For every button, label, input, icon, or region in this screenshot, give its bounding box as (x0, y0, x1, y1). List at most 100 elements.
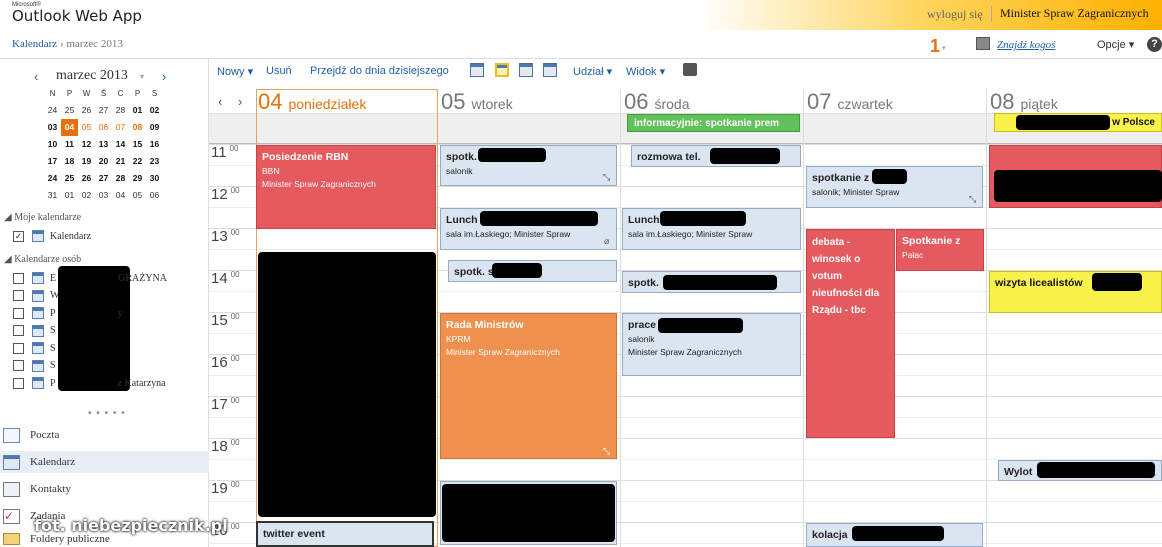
minical-day[interactable]: 30 (146, 170, 163, 187)
minical-day[interactable]: 09 (146, 119, 163, 136)
minical-day[interactable]: 25 (61, 102, 78, 119)
nav-mail[interactable]: Poczta (0, 424, 209, 446)
options-menu[interactable]: Opcje ▾ (1097, 38, 1134, 51)
minical-day[interactable]: 08 (129, 119, 146, 136)
minical-day[interactable]: 02 (146, 102, 163, 119)
next-month-icon[interactable]: › (162, 69, 166, 84)
minical-day[interactable]: 12 (78, 136, 95, 153)
minical-day[interactable]: 04 (112, 187, 129, 204)
week-view-icon[interactable] (519, 63, 533, 77)
minical-day[interactable]: 07 (112, 119, 129, 136)
minical-day[interactable]: 10 (44, 136, 61, 153)
nav-calendar[interactable]: Kalendarz (0, 451, 209, 473)
minical-day[interactable]: 05 (78, 119, 95, 136)
find-someone-link[interactable]: Znajdź kogoś (997, 39, 1055, 51)
minical-day[interactable]: 18 (61, 153, 78, 170)
chevron-down-icon[interactable]: ▾ (942, 44, 946, 52)
minical-day[interactable]: 02 (78, 187, 95, 204)
prev-month-icon[interactable]: ‹ (34, 69, 38, 84)
minical-day[interactable]: 01 (129, 102, 146, 119)
day-header-monday[interactable]: 04 poniedziałek (258, 89, 366, 114)
shared-calendar-item[interactable]: Py (13, 305, 123, 321)
help-icon[interactable]: ? (1147, 37, 1162, 52)
event[interactable]: debata - winosek o votum nieufności dla … (806, 229, 895, 438)
work-week-view-icon[interactable] (495, 63, 509, 77)
checkbox[interactable] (13, 272, 24, 284)
minical-day[interactable]: 22 (129, 153, 146, 170)
print-icon[interactable] (683, 63, 697, 76)
reminder-count[interactable]: 1 (930, 36, 940, 57)
minical-title[interactable]: marzec 2013 (56, 68, 128, 84)
minical-day[interactable]: 24 (44, 170, 61, 187)
logout-link[interactable]: wyloguj się (927, 7, 983, 22)
checkbox[interactable] (13, 307, 24, 319)
go-to-today-button[interactable]: Przejdź do dnia dzisiejszego (310, 65, 449, 77)
view-menu[interactable]: Widok ▾ (626, 65, 665, 78)
next-week-icon[interactable]: › (238, 94, 242, 109)
minical-day[interactable]: 17 (44, 153, 61, 170)
minical-day[interactable]: 03 (95, 187, 112, 204)
minical-day[interactable]: 13 (95, 136, 112, 153)
shared-calendar-item[interactable]: Pz Katarzyna (13, 375, 166, 391)
minical-day[interactable]: 03 (44, 119, 61, 136)
splitter-handle[interactable]: • • • • • (88, 408, 126, 419)
event[interactable]: Posiedzenie RBN BBN Minister Spraw Zagrani… (256, 145, 436, 229)
checkbox[interactable] (13, 342, 24, 354)
event[interactable]: Rada Ministrów KPRM Minister Spraw Zagrani… (440, 313, 617, 459)
minical-day[interactable]: 26 (78, 102, 95, 119)
minical-day[interactable]: 05 (129, 187, 146, 204)
minical-day[interactable]: 14 (112, 136, 129, 153)
minical-day[interactable]: 27 (95, 102, 112, 119)
minical-day[interactable]: 28 (112, 170, 129, 187)
event[interactable]: Spotkanie z Pałac (896, 229, 984, 271)
minical-day[interactable]: 28 (112, 102, 129, 119)
minical-day[interactable]: 15 (129, 136, 146, 153)
minical-day[interactable]: 01 (61, 187, 78, 204)
chevron-down-icon[interactable]: ▾ (140, 72, 144, 81)
checkbox[interactable] (13, 377, 24, 389)
shared-calendar-item[interactable]: S (13, 358, 56, 374)
all-day-event[interactable]: informacyjnie: spotkanie prem (627, 114, 800, 132)
day-header-thursday[interactable]: 07 czwartek (807, 89, 893, 114)
minical-day[interactable]: 25 (61, 170, 78, 187)
day-header-wednesday[interactable]: 06 środa (624, 89, 690, 114)
minical-day[interactable]: 26 (78, 170, 95, 187)
minical-day[interactable]: 24 (44, 102, 61, 119)
shared-calendar-item[interactable]: S (13, 323, 56, 339)
minical-day[interactable]: 19 (78, 153, 95, 170)
minical-day[interactable]: 06 (146, 187, 163, 204)
shared-calendar-item[interactable]: S (13, 340, 56, 356)
minical-day[interactable]: 20 (95, 153, 112, 170)
minical-day[interactable]: 04 (61, 119, 78, 136)
address-book-icon[interactable] (976, 37, 990, 50)
checkbox-checked[interactable]: ✓ (13, 230, 24, 242)
minical-day[interactable]: 23 (146, 153, 163, 170)
checkbox[interactable] (13, 325, 24, 336)
month-view-icon[interactable] (543, 63, 557, 77)
checkbox[interactable] (13, 360, 24, 371)
calendar-item[interactable]: ✓ Kalendarz (13, 228, 91, 244)
minical-day[interactable]: 31 (44, 187, 61, 204)
new-button[interactable]: Nowy ▾ (217, 65, 253, 78)
checkbox[interactable] (13, 290, 24, 301)
shared-calendar-item[interactable]: E GRAŻYNA (13, 270, 167, 286)
my-calendars-section[interactable]: ◢ Moje kalendarze (4, 212, 81, 223)
breadcrumb-root[interactable]: Kalendarz (12, 38, 57, 50)
shared-calendar-item[interactable]: W (13, 288, 59, 304)
minical-day[interactable]: 21 (112, 153, 129, 170)
delete-button[interactable]: Usuń (266, 65, 292, 77)
minical-day[interactable]: 29 (129, 170, 146, 187)
user-name[interactable]: Minister Spraw Zagranicznych (1000, 6, 1149, 21)
prev-week-icon[interactable]: ‹ (218, 94, 222, 109)
day-header-tuesday[interactable]: 05 wtorek (441, 89, 513, 114)
minical-day[interactable]: 06 (95, 119, 112, 136)
minical-day[interactable]: 16 (146, 136, 163, 153)
share-menu[interactable]: Udział ▾ (573, 65, 612, 78)
day-header-friday[interactable]: 08 piątek (990, 89, 1058, 114)
others-calendars-section[interactable]: ◢ Kalendarze osób (4, 254, 81, 265)
nav-contacts[interactable]: Kontakty (0, 478, 209, 500)
minical-day[interactable]: 27 (95, 170, 112, 187)
day-view-icon[interactable] (470, 63, 484, 77)
event-selected[interactable]: twitter event (256, 521, 434, 547)
minical-day[interactable]: 11 (61, 136, 78, 153)
